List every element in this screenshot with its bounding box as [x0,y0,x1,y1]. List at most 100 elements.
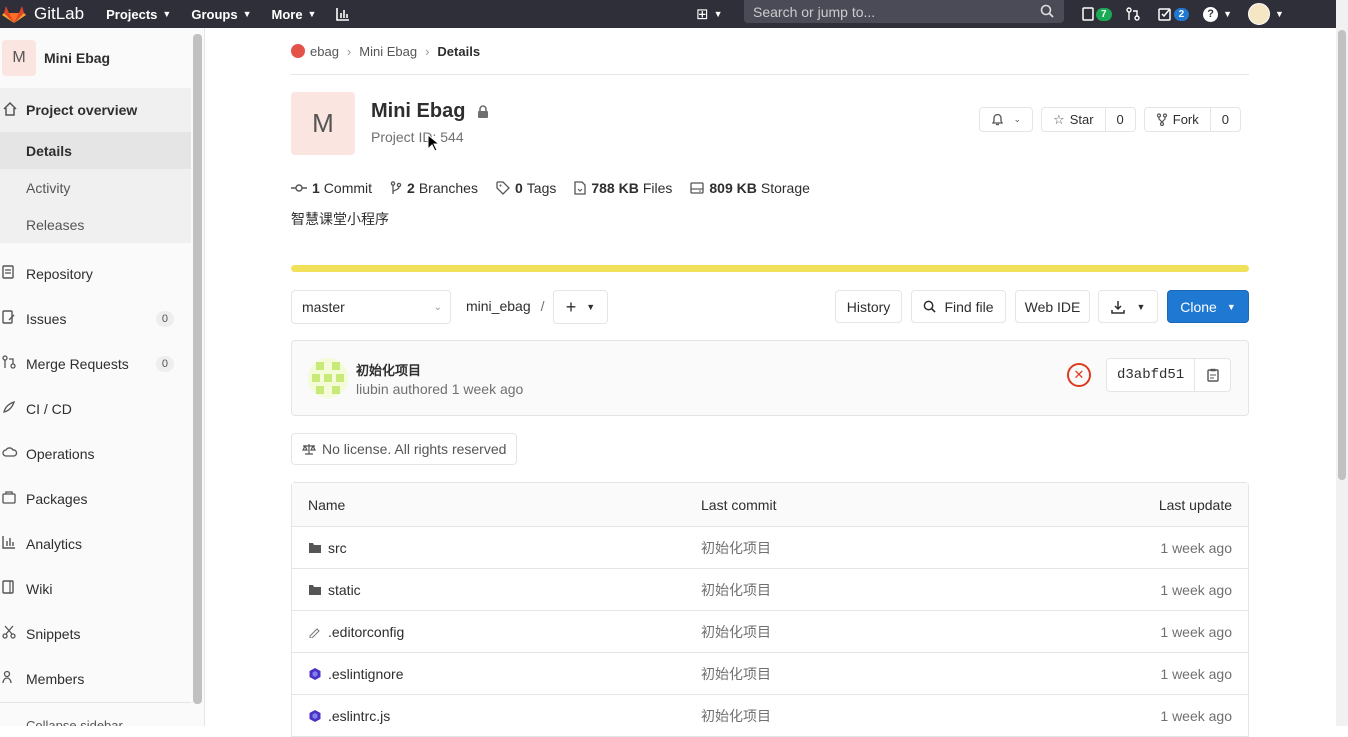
sidebar-item-wiki[interactable]: Wiki [0,566,191,611]
fork-button[interactable]: Fork [1145,108,1210,131]
repo-root-link[interactable]: mini_ebag [466,298,531,314]
gitlab-logo[interactable]: GitLab [2,4,84,24]
sidebar-item-project-overview[interactable]: Project overview [0,88,191,132]
fork-label: Fork [1172,112,1199,127]
breadcrumb-group[interactable]: ebag [310,44,339,59]
activity-chart-icon[interactable] [336,7,350,22]
stat-value: 809 KB [709,180,757,196]
search-input[interactable]: Search or jump to... [744,0,1064,23]
nav-projects[interactable]: Projects ▼ [106,7,171,22]
repository-languages-bar[interactable] [291,265,1249,272]
sidebar-item-packages[interactable]: Packages [0,476,191,521]
nav-groups-label: Groups [191,6,238,22]
sidebar-item-repository[interactable]: Repository [0,251,191,296]
nav-more[interactable]: More ▼ [271,7,316,22]
breadcrumb: ebag › Mini Ebag › Details [291,28,1249,75]
find-file-button[interactable]: Find file [911,290,1006,323]
copy-sha-button[interactable] [1194,359,1230,391]
branch-selector[interactable]: master ⌄ [291,290,451,324]
lock-icon [478,105,489,118]
issues-button[interactable]: 7 [1082,7,1112,21]
sidebar-subitem-activity[interactable]: Activity [0,169,191,206]
count-badge: 0 [155,355,174,372]
bell-part: ⌄ [980,108,1032,131]
tags-stat[interactable]: 0 Tags [496,180,556,196]
commit-message-cell[interactable]: 初始化项目 [701,664,771,684]
sidebar-scrollbar[interactable] [193,34,202,704]
star-button[interactable]: ☆ Star [1042,108,1105,131]
commit-message-cell[interactable]: 初始化项目 [701,538,771,558]
commit-message-cell[interactable]: 初始化项目 [701,706,771,726]
file-name-cell[interactable]: src [308,540,347,556]
sidebar-subitem-releases[interactable]: Releases [0,206,191,243]
files-stat[interactable]: 788 KB Files [574,180,672,196]
column-header-name: Name [308,496,346,513]
sidebar-context-header[interactable]: M Mini Ebag [0,28,204,88]
chevron-down-icon: ▼ [242,9,252,19]
page-scrollbar-thumb[interactable] [1338,30,1346,480]
file-name-cell[interactable]: static [308,582,361,598]
chevron-down-icon: ⌄ [1013,114,1022,124]
table-row[interactable]: src 初始化项目 1 week ago [292,526,1248,568]
tanuki-icon [2,6,26,23]
sidebar-item-analytics[interactable]: Analytics [0,521,191,566]
star-icon: ☆ [1053,111,1065,127]
file-name-cell[interactable]: .editorconfig [308,624,404,640]
download-dropdown[interactable]: ▼ [1098,290,1158,323]
star-label: Star [1069,112,1094,127]
sidebar-item-operations[interactable]: Operations [0,431,191,476]
table-row[interactable]: .eslintignore 初始化项目 1 week ago [292,652,1248,694]
license-button[interactable]: No license. All rights reserved [291,433,518,465]
clone-dropdown[interactable]: Clone ▼ [1167,290,1249,323]
help-dropdown[interactable]: ? ▼ [1203,6,1232,22]
star-count[interactable]: 0 [1104,108,1135,131]
editorconfig-icon [308,626,322,638]
pipeline-failed-icon[interactable]: ✕ [1067,363,1091,387]
table-row[interactable]: .editorconfig 初始化项目 1 week ago [292,610,1248,652]
new-item-dropdown[interactable]: ⊞ ▼ [696,0,723,28]
file-name: static [328,581,361,598]
sidebar-item-merge-requests[interactable]: Merge Requests 0 [0,341,191,386]
project-id: Project ID: 544 [371,129,464,145]
stat-value: 2 [407,180,415,196]
collapse-sidebar-button[interactable]: Collapse sidebar [0,702,191,726]
branches-stat[interactable]: 2 Branches [390,180,478,196]
storage-stat[interactable]: 809 KB Storage [690,180,810,196]
file-tree-table: Name Last commit Last update src 初始化项目 1… [291,482,1249,737]
page-scrollbar[interactable] [1336,0,1348,726]
nav-more-label: More [271,6,303,22]
file-name-cell[interactable]: .eslintignore [308,666,404,682]
table-header: Name Last commit Last update [292,483,1248,526]
notifications-dropdown[interactable]: ⌄ [979,107,1034,132]
table-row[interactable]: .eslintrc.js 初始化项目 1 week ago [292,694,1248,736]
commit-title[interactable]: 初始化项目 [356,360,421,379]
history-button[interactable]: History [835,290,902,323]
sidebar-item-ci-cd[interactable]: CI / CD [0,386,191,431]
table-row[interactable]: static 初始化项目 1 week ago [292,568,1248,610]
nav-groups[interactable]: Groups ▼ [191,7,251,22]
todos-button[interactable]: 2 [1157,7,1190,21]
user-menu[interactable]: ▼ [1248,3,1284,25]
sidebar-item-snippets[interactable]: Snippets [0,611,191,656]
add-to-tree-dropdown[interactable]: + ▼ [553,290,608,324]
license-label: No license. All rights reserved [322,441,507,457]
commit-message-cell[interactable]: 初始化项目 [701,580,771,600]
breadcrumb-current[interactable]: Details [437,44,480,59]
chevron-down-icon: ▼ [307,9,317,19]
folder-icon [308,584,322,596]
plus-icon: + [565,296,577,317]
sidebar-item-issues[interactable]: Issues 0 [0,296,191,341]
file-name-cell[interactable]: .eslintrc.js [308,708,390,724]
commits-stat[interactable]: 1 Commit [291,180,372,196]
fork-count[interactable]: 0 [1209,108,1240,131]
sidebar-subitem-details[interactable]: Details [0,132,191,169]
commit-sha[interactable]: d3abfd51 [1107,359,1194,391]
chevron-right-icon: › [346,43,352,59]
web-ide-button[interactable]: Web IDE [1015,290,1090,323]
merge-requests-button[interactable] [1125,7,1140,21]
breadcrumb-project[interactable]: Mini Ebag [359,44,417,59]
header-right-icons: 7 2 ? ▼ ▼ [1082,0,1284,28]
sidebar-item-members[interactable]: Members [0,656,191,701]
avatar[interactable] [308,358,348,398]
commit-message-cell[interactable]: 初始化项目 [701,622,771,642]
